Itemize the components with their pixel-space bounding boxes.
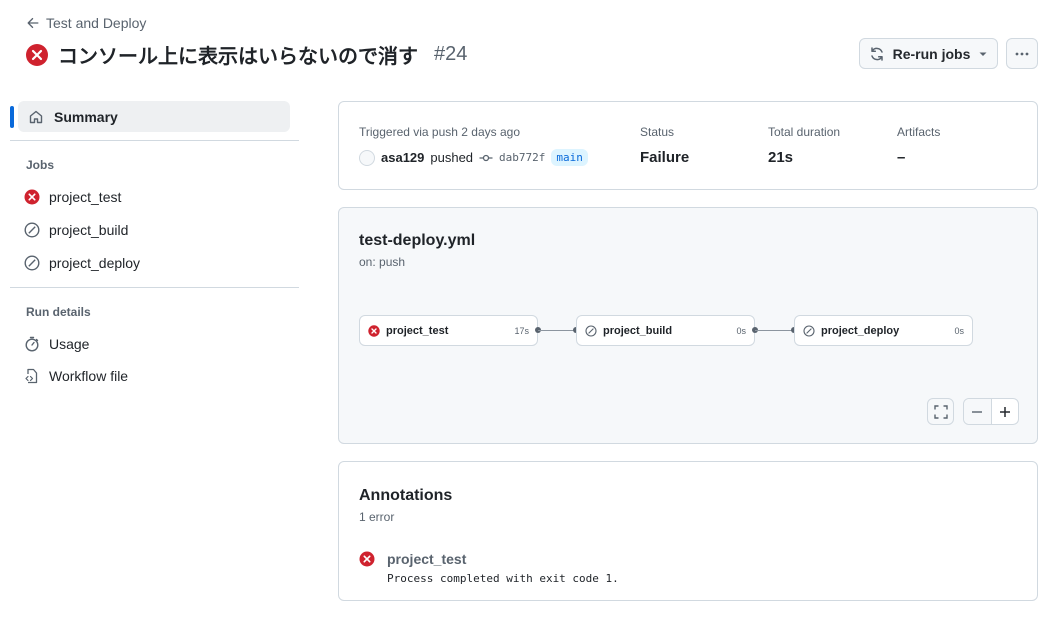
sidebar-item-label: Usage <box>49 336 90 352</box>
run-number: #24 <box>434 43 468 65</box>
annotations-title: Annotations <box>359 487 453 504</box>
actor-link[interactable]: asa129 <box>381 150 424 165</box>
x-circle-fill-icon <box>368 324 380 337</box>
home-icon <box>29 110 43 123</box>
artifacts-value: – <box>897 149 906 166</box>
annotation-job-link[interactable]: project_test <box>387 551 466 567</box>
arrow-left-icon <box>27 17 39 29</box>
triangle-down-icon <box>979 52 987 56</box>
job-connector <box>538 330 576 331</box>
sidebar-item-label: project_deploy <box>49 255 141 271</box>
page-title: コンソール上に表示はいらないので消す #24 <box>26 40 467 69</box>
artifacts-label: Artifacts <box>897 125 941 139</box>
x-circle-fill-icon <box>26 43 48 66</box>
job-node-label: project_test <box>386 324 449 337</box>
sidebar-item-label: project_test <box>49 189 122 205</box>
screen-full-icon <box>933 404 948 419</box>
sidebar-item-label: Workflow file <box>49 368 129 384</box>
run-details-section-label: Run details <box>26 305 91 319</box>
run-summary-card: Triggered via push 2 days ago asa129 pus… <box>338 101 1038 190</box>
x-circle-fill-icon <box>359 551 375 567</box>
commit-link[interactable]: dab772f <box>499 151 545 164</box>
job-node-project-build[interactable]: project_build 0s <box>576 315 755 346</box>
sidebar-item-project-build[interactable]: project_build <box>24 222 128 238</box>
annotation-message: Process completed with exit code 1. <box>387 572 619 585</box>
run-title: コンソール上に表示はいらないので消す <box>58 44 418 68</box>
job-node-duration: 0s <box>954 325 964 336</box>
minus-icon <box>972 410 983 413</box>
job-node-project-deploy[interactable]: project_deploy 0s <box>794 315 973 346</box>
sidebar-item-project-deploy[interactable]: project_deploy <box>24 255 140 271</box>
job-node-project-test[interactable]: project_test 17s <box>359 315 538 346</box>
git-commit-icon <box>479 154 493 161</box>
workflow-file-title[interactable]: test-deploy.yml <box>359 232 475 250</box>
sidebar-item-workflow-file[interactable]: Workflow file <box>24 368 128 384</box>
more-options-button[interactable] <box>1006 38 1038 69</box>
job-node-label: project_build <box>603 324 673 337</box>
back-link-label: Test and Deploy <box>46 15 147 31</box>
job-node-duration: 0s <box>736 325 746 336</box>
sync-icon <box>870 46 883 61</box>
skip-icon <box>585 324 597 337</box>
sidebar-item-label: project_build <box>49 222 129 238</box>
duration-label: Total duration <box>768 125 841 139</box>
fullscreen-button[interactable] <box>927 398 954 425</box>
skip-icon <box>803 324 815 337</box>
x-circle-fill-icon <box>24 189 40 205</box>
workflow-graph-card: test-deploy.yml on: push project_test 17… <box>338 207 1038 444</box>
file-code-icon <box>25 368 38 384</box>
annotations-count: 1 error <box>359 510 395 524</box>
rerun-jobs-button[interactable]: Re-run jobs <box>859 38 998 69</box>
divider <box>10 140 299 141</box>
jobs-section-label: Jobs <box>26 158 55 172</box>
job-connector <box>755 330 794 331</box>
zoom-in-button[interactable] <box>992 399 1019 424</box>
divider <box>10 287 299 288</box>
status-label: Status <box>640 125 675 139</box>
duration-value: 21s <box>768 149 794 166</box>
sidebar-item-usage[interactable]: Usage <box>24 336 89 352</box>
back-link[interactable]: Test and Deploy <box>26 15 146 31</box>
workflow-trigger: on: push <box>359 255 406 269</box>
kebab-horizontal-icon <box>1015 52 1029 55</box>
active-indicator <box>10 106 14 128</box>
annotations-card: Annotations 1 error project_test Process… <box>338 461 1038 601</box>
avatar[interactable] <box>359 149 375 166</box>
status-value: Failure <box>640 149 690 166</box>
trigger-info: asa129 pushed dab772f main <box>359 149 588 166</box>
job-node-label: project_deploy <box>821 324 900 337</box>
zoom-out-button[interactable] <box>964 399 992 424</box>
job-node-duration: 17s <box>514 325 529 336</box>
sidebar-item-project-test[interactable]: project_test <box>24 189 121 205</box>
sidebar-item-summary[interactable]: Summary <box>18 101 290 132</box>
sidebar-item-label: Summary <box>54 108 118 125</box>
branch-badge[interactable]: main <box>551 149 588 166</box>
zoom-controls <box>963 398 1019 425</box>
skip-icon <box>24 255 40 271</box>
skip-icon <box>24 222 40 238</box>
plus-icon <box>999 406 1010 417</box>
trigger-label: Triggered via push 2 days ago <box>359 125 520 139</box>
stopwatch-icon <box>25 336 39 352</box>
rerun-jobs-label: Re-run jobs <box>892 45 971 62</box>
action-text: pushed <box>430 150 474 165</box>
